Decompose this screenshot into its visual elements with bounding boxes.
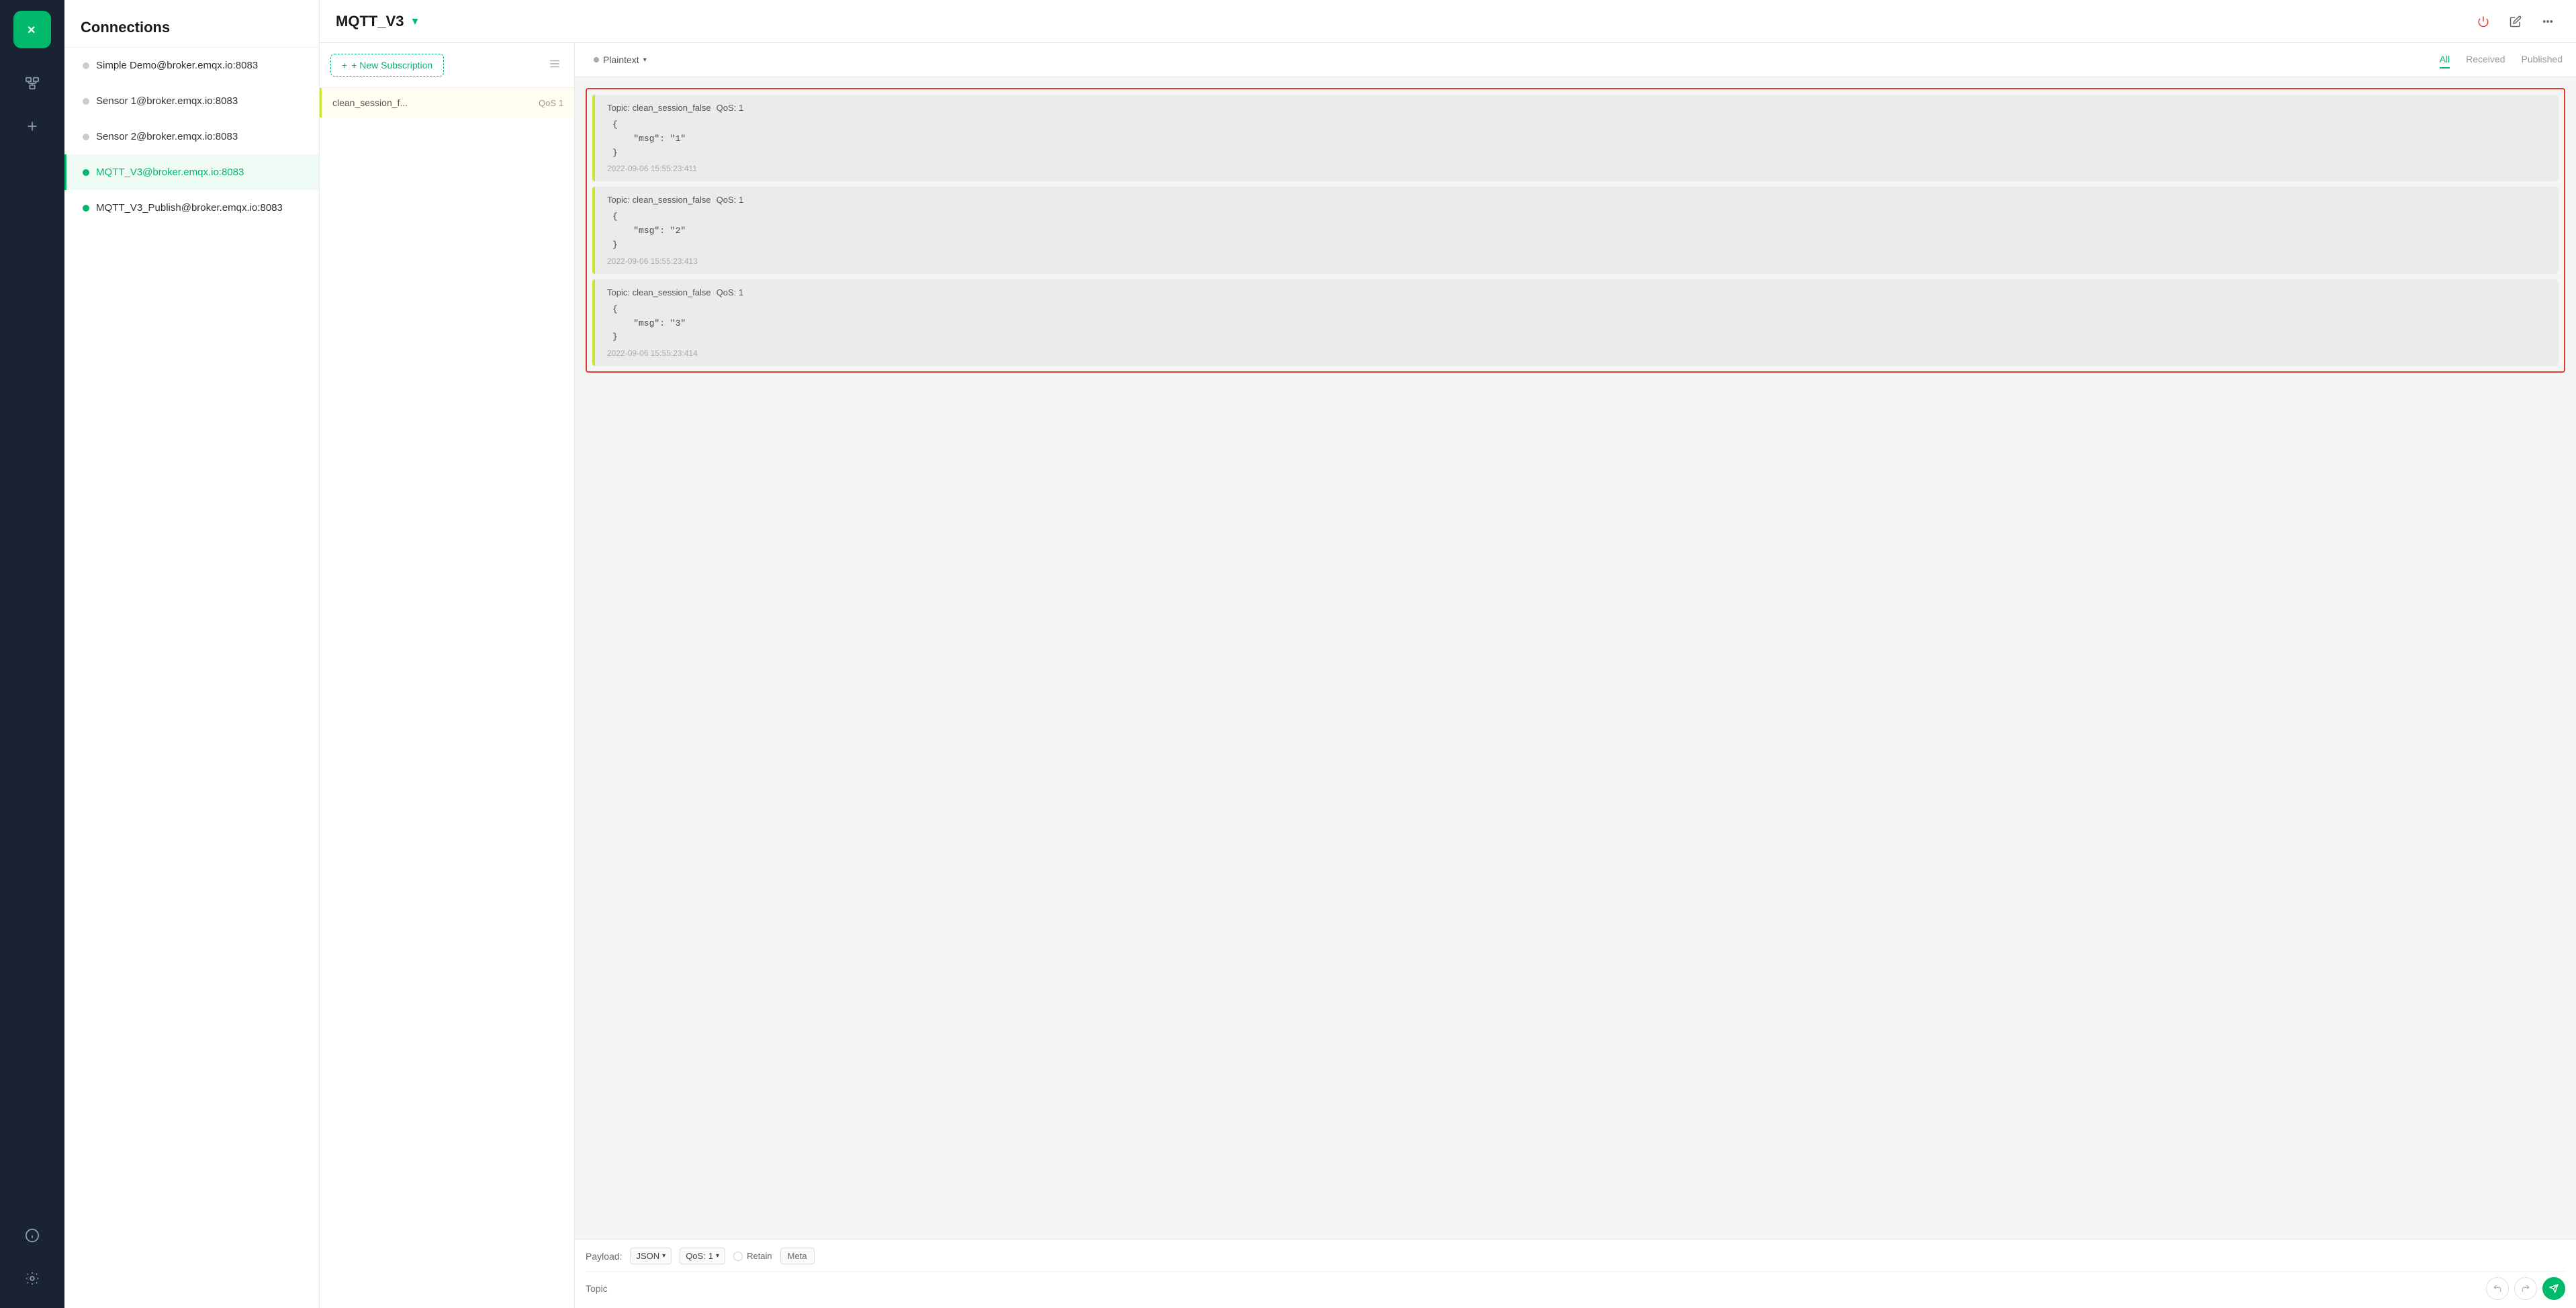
bottom-bar: Payload: JSON ▾ QoS: 1 ▾ Retain (575, 1239, 2576, 1308)
connection-item-5[interactable]: MQTT_V3_Publish@broker.emqx.io:8083 (64, 190, 319, 226)
message-topic-3: Topic: clean_session_false (607, 287, 711, 297)
subscriptions-panel: + + New Subscription clean_session_f... … (320, 43, 575, 1308)
retain-circle-icon (733, 1252, 743, 1261)
filter-tab-received[interactable]: Received (2466, 51, 2505, 68)
plaintext-selector[interactable]: Plaintext ▾ (588, 52, 652, 68)
message-header-3: Topic: clean_session_false QoS: 1 (607, 287, 2549, 297)
edit-button[interactable] (2503, 9, 2528, 34)
connection-name-3: Sensor 2@broker.emqx.io:8083 (96, 131, 238, 142)
title-chevron-icon[interactable]: ▾ (412, 14, 418, 28)
message-card-2: Topic: clean_session_false QoS: 1 { "msg… (592, 187, 2559, 273)
message-header-1: Topic: clean_session_false QoS: 1 (607, 103, 2549, 113)
message-accent-bar-2 (592, 187, 595, 273)
undo-button[interactable] (2486, 1277, 2509, 1300)
svg-text:✕: ✕ (27, 25, 36, 36)
info-nav-icon[interactable] (13, 1217, 51, 1254)
new-subscription-label: + New Subscription (351, 60, 432, 71)
connection-name-1: Simple Demo@broker.emqx.io:8083 (96, 60, 258, 71)
meta-label: Meta (788, 1251, 807, 1261)
retain-label: Retain (747, 1251, 772, 1261)
message-card-inner-2: Topic: clean_session_false QoS: 1 { "msg… (602, 195, 2549, 252)
settings-nav-icon[interactable] (13, 1260, 51, 1297)
connection-dot-5 (83, 205, 89, 212)
message-time-1: 2022-09-06 15:55:23:411 (602, 164, 2549, 173)
content-split: + + New Subscription clean_session_f... … (320, 43, 2576, 1308)
format-selector[interactable]: JSON ▾ (630, 1248, 672, 1264)
plaintext-label: Plaintext (603, 54, 639, 65)
meta-button[interactable]: Meta (780, 1248, 815, 1264)
subscription-list-icon[interactable] (546, 55, 563, 76)
filter-tab-published[interactable]: Published (2522, 51, 2563, 68)
message-time-3: 2022-09-06 15:55:23:414 (602, 348, 2549, 358)
more-options-button[interactable] (2536, 9, 2560, 34)
message-card-1: Topic: clean_session_false QoS: 1 { "msg… (592, 95, 2559, 181)
message-accent-bar-1 (592, 95, 595, 181)
topic-row (586, 1271, 2565, 1300)
qos-chevron-icon: ▾ (716, 1252, 719, 1260)
app-logo[interactable]: ✕ (13, 11, 51, 48)
send-button[interactable] (2542, 1277, 2565, 1300)
message-body-2: { "msg": "2" } (612, 210, 2549, 252)
connection-dot-4 (83, 169, 89, 176)
subscription-qos-1: QoS 1 (539, 98, 563, 108)
new-subscription-button[interactable]: + + New Subscription (330, 54, 444, 77)
power-button[interactable] (2471, 9, 2495, 34)
connections-nav-icon[interactable] (13, 64, 51, 102)
filter-tabs: All Received Published (2440, 51, 2563, 68)
messages-toolbar: Plaintext ▾ All Received Published (575, 43, 2576, 77)
format-chevron-icon: ▾ (662, 1252, 665, 1260)
message-card-inner-3: Topic: clean_session_false QoS: 1 { "msg… (602, 287, 2549, 344)
message-accent-bar-3 (592, 279, 595, 366)
subscription-name-1: clean_session_f... (332, 97, 539, 108)
redo-button[interactable] (2514, 1277, 2537, 1300)
icon-sidebar: ✕ (0, 0, 64, 1308)
message-qos-1: QoS: 1 (717, 103, 743, 113)
message-qos-2: QoS: 1 (717, 195, 743, 205)
qos-selector[interactable]: QoS: 1 ▾ (680, 1248, 725, 1264)
payload-label: Payload: (586, 1251, 622, 1262)
subscription-item-1[interactable]: clean_session_f... QoS 1 (320, 88, 574, 118)
qos-value: 1 (708, 1251, 713, 1261)
add-connection-icon[interactable] (13, 107, 51, 145)
new-subscription-plus-icon: + (342, 60, 347, 71)
messages-area: Plaintext ▾ All Received Published (575, 43, 2576, 1308)
connection-item-4[interactable]: MQTT_V3@broker.emqx.io:8083 (64, 154, 319, 190)
top-bar: MQTT_V3 ▾ (320, 0, 2576, 43)
qos-label: QoS: (686, 1251, 706, 1261)
connection-item-2[interactable]: Sensor 1@broker.emqx.io:8083 (64, 83, 319, 119)
topic-input[interactable] (586, 1283, 2481, 1294)
send-area (2486, 1277, 2565, 1300)
connection-name-2: Sensor 1@broker.emqx.io:8083 (96, 95, 238, 107)
message-body-1: { "msg": "1" } (612, 118, 2549, 160)
plaintext-dot-icon (594, 57, 599, 62)
connection-dot-3 (83, 134, 89, 140)
filter-tab-all[interactable]: All (2440, 51, 2450, 68)
connection-dot-1 (83, 62, 89, 69)
message-body-3: { "msg": "3" } (612, 303, 2549, 344)
connection-dot-2 (83, 98, 89, 105)
message-topic-2: Topic: clean_session_false (607, 195, 711, 205)
message-topic-1: Topic: clean_session_false (607, 103, 711, 113)
retain-toggle[interactable]: Retain (733, 1251, 772, 1261)
page-title: MQTT_V3 (336, 13, 404, 30)
connections-panel: Connections Simple Demo@broker.emqx.io:8… (64, 0, 320, 1308)
connection-name-4: MQTT_V3@broker.emqx.io:8083 (96, 167, 244, 178)
bottom-bar-controls: Payload: JSON ▾ QoS: 1 ▾ Retain (586, 1248, 2565, 1264)
connection-item-1[interactable]: Simple Demo@broker.emqx.io:8083 (64, 48, 319, 83)
message-qos-3: QoS: 1 (717, 287, 743, 297)
connections-title: Connections (64, 0, 319, 48)
subscriptions-header: + + New Subscription (320, 43, 574, 88)
message-card-inner-1: Topic: clean_session_false QoS: 1 { "msg… (602, 103, 2549, 160)
connections-list: Simple Demo@broker.emqx.io:8083 Sensor 1… (64, 48, 319, 226)
connection-name-5: MQTT_V3_Publish@broker.emqx.io:8083 (96, 202, 283, 214)
message-header-2: Topic: clean_session_false QoS: 1 (607, 195, 2549, 205)
plaintext-chevron-icon: ▾ (643, 56, 647, 64)
format-value: JSON (636, 1251, 659, 1261)
main-content: MQTT_V3 ▾ (320, 0, 2576, 1308)
message-card-3: Topic: clean_session_false QoS: 1 { "msg… (592, 279, 2559, 366)
messages-list: Topic: clean_session_false QoS: 1 { "msg… (575, 77, 2576, 1239)
highlighted-message-region: Topic: clean_session_false QoS: 1 { "msg… (586, 88, 2565, 373)
connection-item-3[interactable]: Sensor 2@broker.emqx.io:8083 (64, 119, 319, 154)
message-time-2: 2022-09-06 15:55:23:413 (602, 256, 2549, 266)
